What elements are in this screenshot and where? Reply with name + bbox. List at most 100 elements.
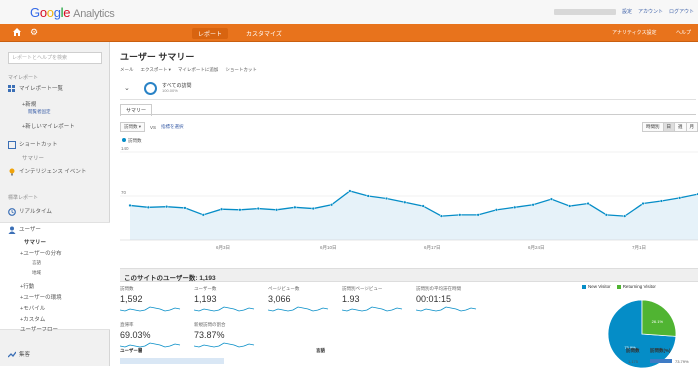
data-point[interactable] (348, 190, 351, 193)
add-to-dashboard-button[interactable]: マイレポートに追加 (178, 67, 219, 73)
legend-label: New Visitor (588, 284, 611, 289)
data-point[interactable] (532, 203, 535, 206)
demographics-table: ユーザー層 言語 訪問数 訪問数(%) 1,175 73.79% (120, 346, 698, 366)
legend-swatch (617, 285, 621, 289)
logout-link[interactable]: ログアウト (669, 8, 694, 15)
metric-value: 1.93 (342, 294, 422, 304)
data-point[interactable] (294, 206, 297, 209)
y-tick-label: 70 (121, 190, 127, 195)
logo-letter: o (40, 5, 47, 20)
select-metric-link[interactable]: 指標を選択 (161, 124, 184, 130)
metric-0[interactable]: 訪問数1,592 (120, 286, 200, 320)
data-point[interactable] (239, 208, 242, 211)
account-links: 設定 アカウント ログアウト (554, 8, 694, 15)
sidebar-item-realtime[interactable]: リアルタイム (8, 207, 118, 216)
sidebar: レポートとヘルプを検索 マイレポート マイレポート一覧 +新規 閲覧者固定 +新… (0, 42, 110, 366)
metric-value: 1,193 (194, 294, 274, 304)
metric-value: 00:01:15 (416, 294, 496, 304)
sidebar-item-audience[interactable]: ユーザー (8, 225, 118, 234)
x-tick-label: 6月24日 (528, 245, 545, 251)
metric-sparkline (268, 305, 330, 313)
metric-3[interactable]: 訪問別ページビュー1.93 (342, 286, 422, 320)
data-point[interactable] (165, 205, 168, 208)
sidebar-label: インテリジェンス イベント (19, 169, 86, 175)
export-button[interactable]: エクスポート ▾ (141, 67, 171, 73)
metric-label: 訪問数 (120, 286, 200, 292)
demographics-header: ユーザー層 (120, 348, 142, 354)
data-point[interactable] (513, 206, 516, 209)
gear-icon[interactable]: ⚙ (30, 27, 38, 38)
vs-label: VS (150, 125, 156, 130)
segment-selector[interactable]: ⌄ すべての訪問 100.00% (120, 78, 696, 100)
home-icon[interactable] (12, 27, 22, 37)
data-point[interactable] (147, 206, 150, 209)
data-point[interactable] (568, 205, 571, 208)
data-point[interactable] (678, 196, 681, 199)
gran-hourly[interactable]: 時間別 (642, 122, 664, 132)
settings-link[interactable]: 設定 (622, 8, 632, 15)
data-point[interactable] (385, 197, 388, 200)
analytics-settings-link[interactable]: アナリティクス設定 (612, 29, 656, 36)
metric-select[interactable]: 訪問数 ▾ (120, 122, 145, 132)
tab-customize[interactable]: カスタマイズ (240, 28, 288, 39)
sidebar-label: リアルタイム (19, 209, 52, 215)
data-point[interactable] (202, 213, 205, 216)
product-name: Analytics (73, 8, 114, 20)
row-visits-bar (650, 359, 672, 363)
sidebar-item-intelligence[interactable]: インテリジェンス イベント (8, 167, 118, 176)
data-point[interactable] (660, 200, 663, 203)
legend-new-visitor: New Visitor (582, 284, 611, 289)
data-point[interactable] (458, 213, 461, 216)
data-point[interactable] (587, 202, 590, 205)
metric-4[interactable]: 訪問別の平均滞在時間00:01:15 (416, 286, 496, 320)
metric-sparkline (342, 305, 404, 313)
shortcut-button[interactable]: ショートカット (225, 67, 257, 73)
legend-label: 訪問数 (128, 138, 142, 143)
email-button[interactable]: メール (120, 67, 134, 73)
chevron-down-icon[interactable]: ⌄ (124, 84, 130, 92)
data-point[interactable] (403, 201, 406, 204)
lightbulb-icon (8, 168, 16, 176)
data-point[interactable] (605, 213, 608, 216)
metric-2[interactable]: ページビュー数3,066 (268, 286, 348, 320)
metric-1[interactable]: ユーザー数1,193 (194, 286, 274, 320)
data-point[interactable] (642, 202, 645, 205)
sidebar-item-acquisition[interactable]: 集客 (8, 350, 118, 359)
legend-label: Returning Visitor (623, 284, 656, 289)
metric-select-value: 訪問数 (124, 124, 138, 129)
grid-icon (8, 85, 16, 93)
pie-slice-label: 26.1% (652, 319, 664, 324)
y-tick-label: 140 (121, 146, 129, 151)
data-point[interactable] (422, 205, 425, 208)
google-analytics-logo[interactable]: GoogleAnalytics (30, 5, 114, 20)
data-point[interactable] (623, 215, 626, 218)
shortcut-icon (8, 141, 16, 149)
data-point[interactable] (550, 198, 553, 201)
gran-month[interactable]: 月 (686, 122, 698, 132)
sidebar-label: マイレポート一覧 (19, 86, 63, 92)
data-point[interactable] (440, 215, 443, 218)
data-point[interactable] (275, 208, 278, 211)
account-link[interactable]: アカウント (638, 8, 663, 15)
data-point[interactable] (495, 208, 498, 211)
data-point[interactable] (312, 207, 315, 210)
granularity-toggle: 時間別 日 週 月 (643, 122, 698, 132)
data-point[interactable] (330, 203, 333, 206)
data-point[interactable] (184, 207, 187, 210)
metric-sparkline (194, 305, 256, 313)
language-header: 言語 (316, 348, 325, 354)
tab-reports[interactable]: レポート (192, 28, 228, 39)
sidebar-search-input[interactable]: レポートとヘルプを検索 (8, 52, 102, 64)
logo-letter: o (47, 5, 54, 20)
table-row-selected[interactable] (120, 358, 224, 364)
sidebar-item-shortcuts[interactable]: ショートカット (8, 140, 118, 149)
data-point[interactable] (477, 213, 480, 216)
data-point[interactable] (220, 208, 223, 211)
data-point[interactable] (367, 195, 370, 198)
data-point[interactable] (257, 207, 260, 210)
pie-slice[interactable] (642, 300, 676, 336)
metric-sparkline (416, 305, 478, 313)
data-point[interactable] (129, 204, 132, 207)
help-link[interactable]: ヘルプ (676, 29, 691, 36)
sidebar-item-dashboards[interactable]: マイレポート一覧 (8, 84, 118, 93)
